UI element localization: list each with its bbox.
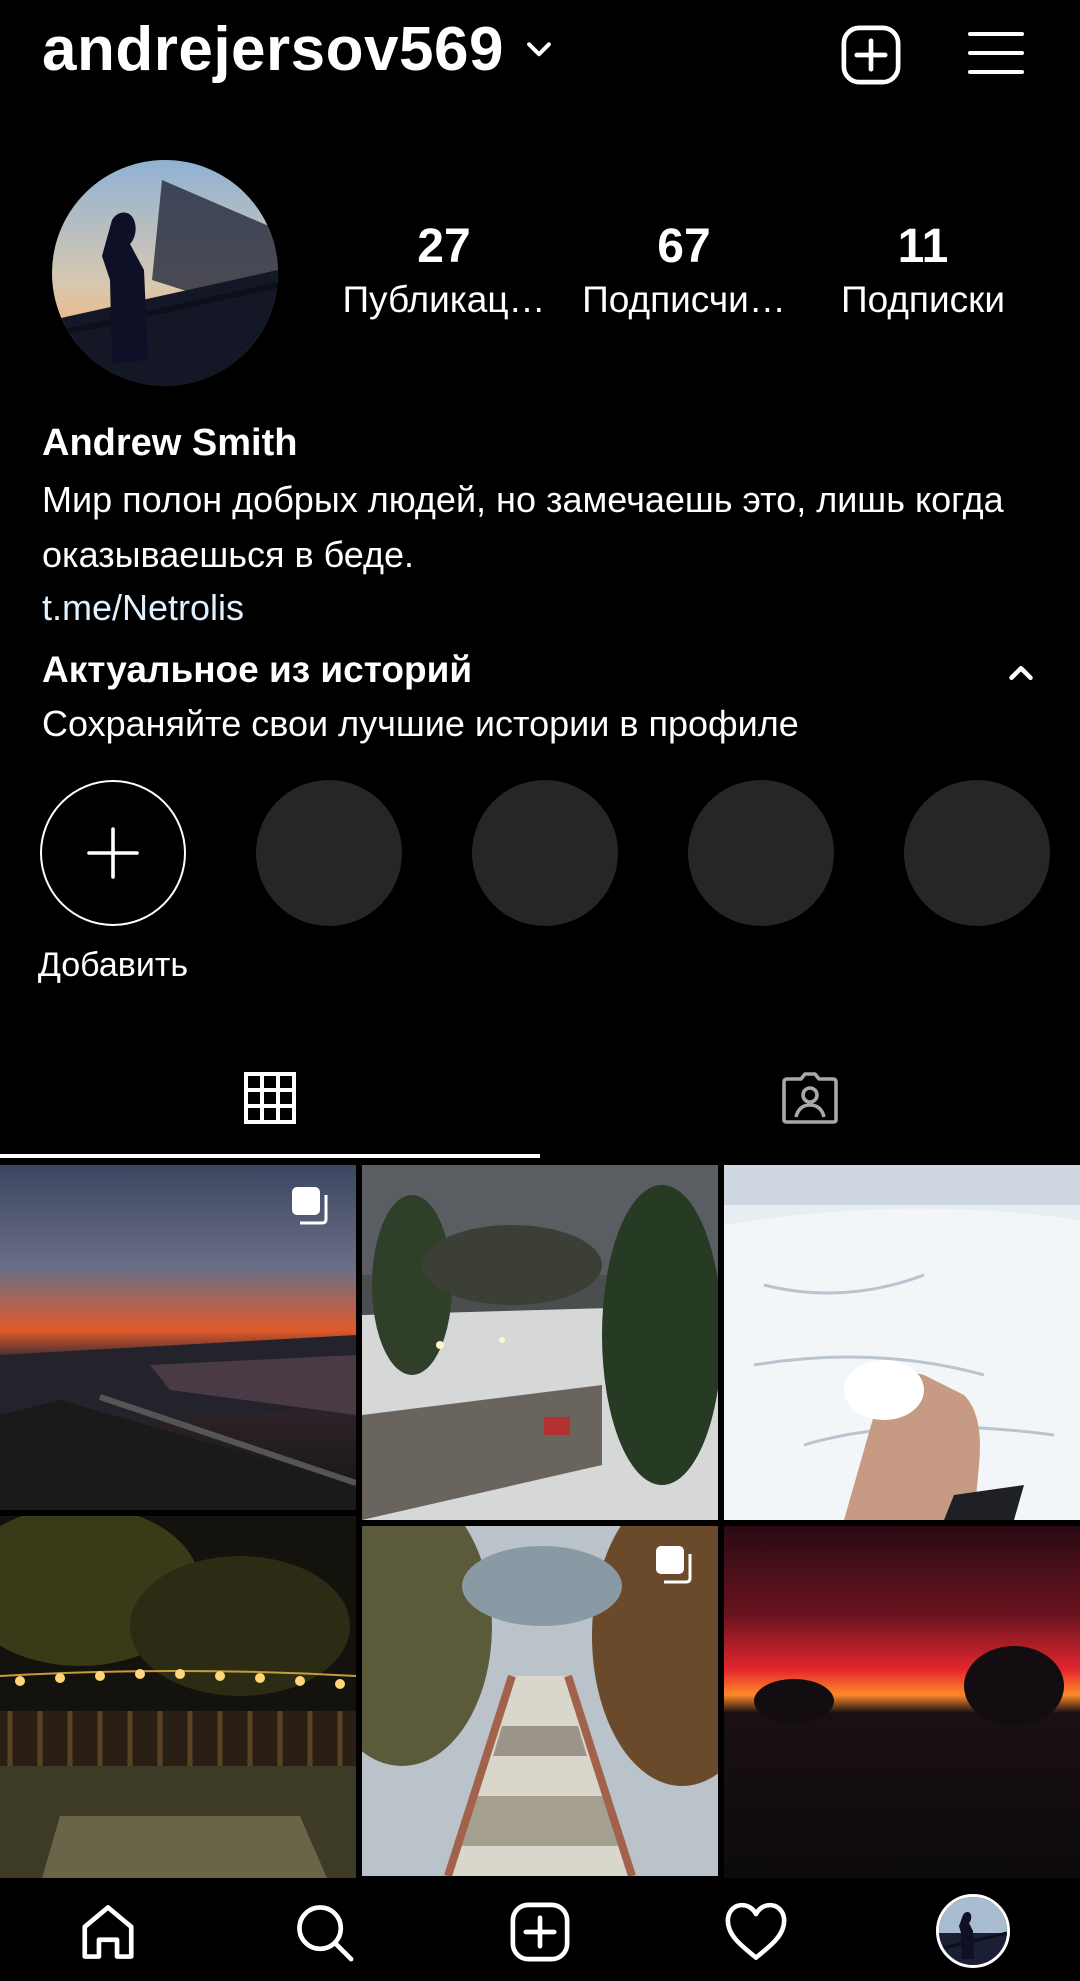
tab-tagged[interactable] — [540, 1040, 1080, 1156]
nav-home[interactable] — [72, 1896, 144, 1968]
plus-square-icon[interactable] — [840, 24, 902, 86]
multiple-photos-icon — [292, 1187, 328, 1225]
stat-posts[interactable]: 27 Публикац… — [329, 218, 559, 324]
search-icon — [297, 1905, 354, 1962]
stat-label: Подписки — [840, 279, 1005, 320]
multiple-photos-icon — [656, 1546, 692, 1584]
highlights-row: Добавить — [0, 780, 1080, 1000]
highlight-placeholder — [472, 780, 618, 926]
post-thumbnail[interactable] — [0, 1165, 356, 1510]
plus-square-icon — [510, 1902, 570, 1962]
add-highlight-label: Добавить — [37, 946, 189, 984]
home-icon — [82, 1905, 134, 1959]
add-highlight-button[interactable] — [40, 780, 186, 926]
nav-profile[interactable] — [934, 1892, 1012, 1970]
post-thumbnail[interactable] — [724, 1165, 1080, 1520]
highlight-placeholder — [688, 780, 834, 926]
post-thumbnail[interactable] — [0, 1516, 356, 1885]
nav-search[interactable] — [288, 1896, 360, 1968]
chevron-down-icon — [527, 41, 551, 56]
active-tab-indicator — [0, 1154, 540, 1158]
tagged-person-icon — [782, 1072, 838, 1124]
bio-link[interactable]: t.me/Netrolis — [42, 582, 1042, 634]
stat-followers[interactable]: 67 Подписчи… — [569, 218, 799, 324]
bottom-navigation — [0, 1878, 1080, 1981]
stat-value: 67 — [657, 220, 711, 273]
profile-tabs — [0, 1040, 1080, 1160]
highlight-placeholder — [256, 780, 402, 926]
highlights-title: Актуальное из историй — [42, 649, 473, 690]
tab-posts-grid[interactable] — [0, 1040, 540, 1156]
stat-value: 27 — [417, 220, 471, 273]
plus-icon — [87, 827, 139, 879]
post-thumbnail[interactable] — [724, 1526, 1080, 1885]
stat-label: Подписчи… — [582, 279, 786, 320]
highlights-subtitle: Сохраняйте свои лучшие истории в профиле — [42, 703, 799, 744]
profile-avatar — [936, 1894, 1010, 1968]
profile-bio: Andrew Smith Мир полон добрых людей, но … — [42, 418, 1042, 634]
stat-following[interactable]: 11 Подписки — [808, 218, 1038, 324]
profile-avatar[interactable] — [52, 160, 278, 386]
top-bar: andrejersov569 — [0, 0, 1080, 110]
account-switcher[interactable]: andrejersov569 — [42, 14, 556, 85]
heart-icon — [725, 1902, 787, 1960]
chevron-up-icon[interactable] — [1002, 654, 1040, 692]
nav-create[interactable] — [504, 1896, 576, 1968]
highlights-header: Актуальное из историй Сохраняйте свои лу… — [42, 646, 1042, 750]
post-thumbnail[interactable] — [362, 1526, 718, 1876]
grid-icon — [244, 1072, 296, 1124]
hamburger-menu-icon[interactable] — [968, 28, 1024, 78]
nav-activity[interactable] — [720, 1896, 792, 1968]
highlight-placeholder — [904, 780, 1050, 926]
username-label: andrejersov569 — [42, 15, 504, 84]
stat-label: Публикац… — [342, 279, 546, 320]
bio-text: Мир полон добрых людей, но замечаешь это… — [42, 479, 1004, 575]
display-name: Andrew Smith — [42, 422, 298, 464]
stat-value: 11 — [897, 220, 949, 273]
posts-grid — [0, 1165, 1080, 1885]
post-thumbnail[interactable] — [362, 1165, 718, 1520]
